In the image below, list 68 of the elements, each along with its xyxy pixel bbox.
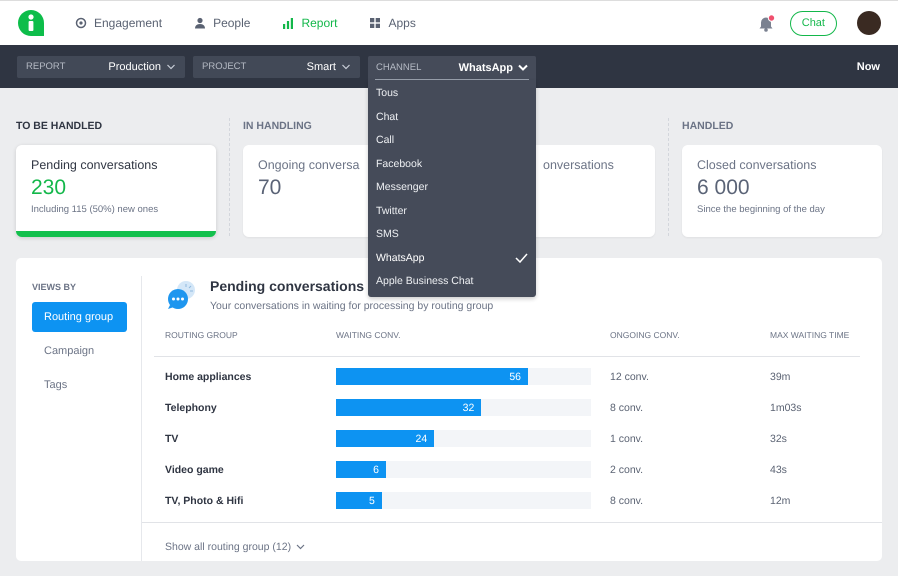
bell-icon (758, 14, 776, 32)
column-header: ROUTING GROUP (164, 330, 239, 340)
person-icon (194, 16, 206, 30)
kpi-value: 6 000 (697, 176, 750, 200)
table-cell-text: 43s (769, 464, 788, 476)
card-title: Ongoing conversa (258, 158, 360, 172)
card-note: Since the beginning of the day (697, 204, 826, 215)
menu-item[interactable]: Tous (368, 82, 536, 105)
table-cell-text: 8 conv. (609, 494, 644, 506)
table-cell-text: Telephony (164, 402, 218, 414)
view-tab[interactable]: Tags (32, 370, 127, 400)
table-cell-text: 32s (769, 432, 788, 444)
grid-icon (369, 16, 382, 30)
panel-title: Pending conversations (210, 278, 364, 294)
column-header: WAITING CONV. (335, 330, 402, 340)
table-cell-text: Video game (164, 464, 225, 476)
table-cell-text: 12 conv. (609, 370, 650, 382)
views-by-label: VIEWS BY (32, 282, 76, 292)
table-cell-text: 1 conv. (609, 432, 644, 444)
show-all-link[interactable]: Show all routing group (12) (165, 541, 306, 553)
chevron-down-icon (518, 64, 528, 71)
card-title: Pending conversations (31, 158, 158, 172)
kpi-card[interactable]: Closed conversations 6 000 Since the beginning of the day (682, 145, 882, 237)
table-cell-text: 2 conv. (609, 464, 644, 476)
nav-link[interactable]: Engagement (75, 16, 162, 30)
bar-value: 5 (369, 494, 375, 506)
section-title: HANDLED (682, 120, 734, 132)
table-cell-text: 12m (769, 494, 792, 506)
panel-subtitle: Your conversations in waiting for processing by routing group (210, 300, 494, 312)
table-cell-text: 1m03s (769, 402, 803, 414)
nav-link[interactable]: Apps (369, 16, 416, 30)
bar-value: 32 (462, 402, 474, 414)
card-note: Including 115 (50%) new ones (31, 204, 160, 215)
section-title: TO BE HANDLED (16, 120, 104, 132)
nav-link[interactable]: People (194, 16, 250, 30)
card-title: onversations (542, 158, 614, 172)
menu-item[interactable]: Apple Business Chat (368, 270, 536, 293)
column-header: MAX WAITING TIME (769, 330, 850, 340)
chat-bubbles-icon (166, 280, 198, 310)
filter-dropdown[interactable]: REPORT Production (17, 56, 185, 78)
avatar[interactable] (857, 11, 881, 35)
chevron-down-icon (166, 63, 176, 70)
checkmark-icon (515, 252, 528, 263)
kpi-value: 230 (31, 176, 66, 200)
table-cell-text: TV, Photo & Hifi (164, 494, 244, 506)
table-cell-text: TV (164, 432, 180, 444)
view-tab[interactable]: Campaign (32, 336, 127, 366)
target-icon (75, 16, 87, 30)
menu-item[interactable]: WhatsApp (368, 246, 536, 270)
filter-dropdown[interactable]: PROJECT Smart (193, 56, 360, 78)
logo-icon (17, 9, 45, 37)
kpi-card[interactable]: Pending conversations 230 Including 115 (50%) new ones (16, 145, 216, 237)
bar-value: 6 (373, 464, 379, 476)
table-cell-text: Home appliances (164, 370, 252, 382)
table-cell-text: 8 conv. (609, 402, 644, 414)
table-cell-text: 39m (769, 370, 792, 382)
menu-item[interactable]: Chat (368, 105, 536, 128)
card-title: Closed conversations (697, 158, 817, 172)
time-range-label: Now (856, 60, 880, 72)
bar-value: 24 (415, 432, 428, 444)
chevron-down-icon (341, 63, 351, 70)
section-title: IN HANDLING (243, 120, 313, 132)
kpi-value: 70 (258, 176, 282, 200)
column-header: ONGOING CONV. (609, 330, 681, 340)
bar-chart-icon (282, 16, 294, 30)
chevron-down-icon (296, 544, 306, 550)
bar-value: 56 (509, 370, 521, 382)
filter-dropdown[interactable]: CHANNEL WhatsApp (368, 56, 536, 80)
